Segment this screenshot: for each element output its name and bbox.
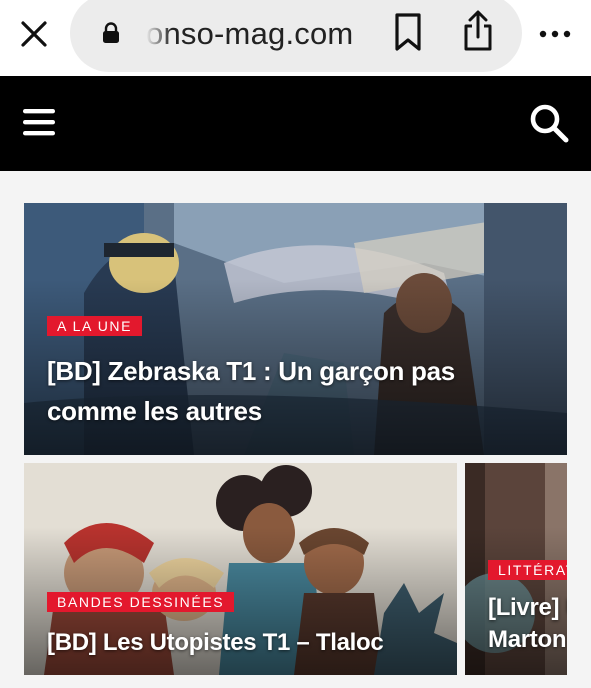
article-card[interactable]: BANDES DESSINÉES [BD] Les Utopistes T1 –… (24, 463, 457, 675)
menu-button[interactable] (22, 106, 56, 138)
article-card[interactable]: LITTÉRAT [Livre] U Marton (465, 463, 567, 675)
bookmark-icon (395, 13, 421, 51)
close-icon (21, 21, 47, 47)
close-tab-button[interactable] (14, 14, 54, 54)
search-icon (530, 104, 569, 143)
share-icon (464, 10, 492, 51)
more-horizontal-icon (539, 30, 571, 38)
more-options-button[interactable] (536, 24, 576, 44)
article-title[interactable]: [BD] Zebraska T1 : Un garçon pas comme l… (47, 351, 527, 431)
bookmark-button[interactable] (390, 12, 426, 52)
category-badge[interactable]: BANDES DESSINÉES (47, 592, 235, 612)
url-text: onso-mag.com (146, 16, 354, 51)
featured-article-card[interactable]: A LA UNE [BD] Zebraska T1 : Un garçon pa… (24, 203, 567, 455)
address-bar[interactable]: onso-mag.com (70, 0, 522, 72)
article-title[interactable]: [BD] Les Utopistes T1 – Tlaloc (47, 623, 447, 663)
share-button[interactable] (458, 10, 498, 52)
site-search-button[interactable] (528, 102, 570, 144)
category-badge[interactable]: A LA UNE (47, 316, 143, 336)
browser-toolbar: onso-mag.com (0, 0, 591, 76)
hamburger-menu-icon (23, 109, 55, 136)
article-title[interactable]: [Livre] U Marton (488, 592, 567, 656)
lock-icon (103, 22, 119, 43)
site-header (0, 76, 591, 171)
category-badge[interactable]: LITTÉRAT (488, 560, 567, 580)
